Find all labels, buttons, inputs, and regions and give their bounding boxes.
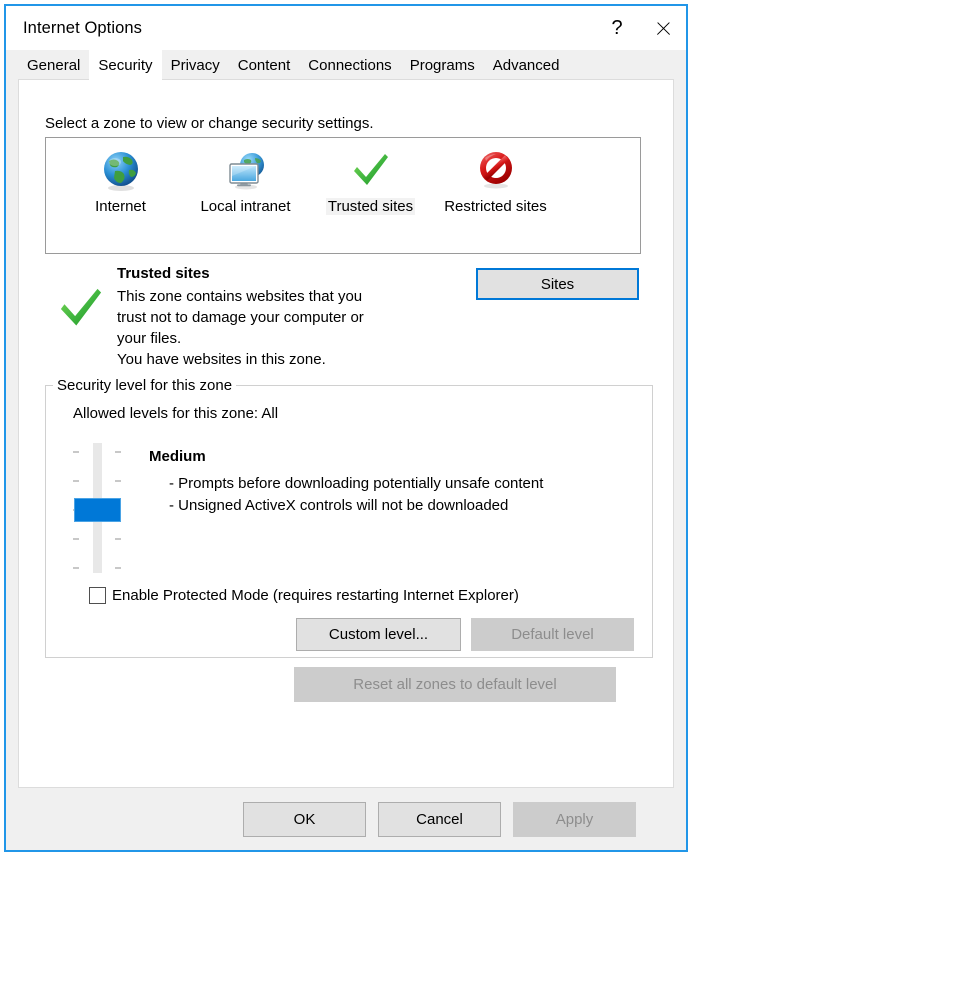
zone-description-line: trust not to damage your computer or (117, 309, 364, 326)
sites-button-wrap: Sites (476, 265, 641, 370)
close-button[interactable] (640, 6, 686, 50)
slider-tick (73, 451, 79, 453)
tab-general[interactable]: General (18, 52, 90, 79)
protected-mode-checkbox-row[interactable]: Enable Protected Mode (requires restarti… (89, 587, 519, 604)
tab-content[interactable]: Content (228, 52, 300, 79)
question-mark-icon: ? (611, 17, 623, 39)
dialog-footer: OK Cancel Apply (6, 788, 686, 850)
tab-label: General (27, 57, 81, 74)
sites-button-label: Sites (540, 275, 575, 293)
tab-security[interactable]: Security (89, 50, 162, 80)
zone-description-text: Trusted sites This zone contains website… (117, 265, 476, 370)
zone-items: Internet Local intranet Trusted sites Re… (46, 138, 640, 215)
zone-item-internet[interactable]: Internet (58, 147, 183, 215)
zone-item-trusted-sites[interactable]: Trusted sites (308, 147, 433, 215)
titlebar: Internet Options ? (6, 6, 686, 50)
zone-label: Local intranet (200, 198, 291, 215)
slider-tick (73, 480, 79, 482)
slider-thumb[interactable] (74, 498, 121, 522)
zone-intro-label: Select a zone to view or change security… (45, 115, 374, 132)
protected-mode-label: Enable Protected Mode (requires restarti… (112, 587, 519, 604)
zone-label: Restricted sites (444, 198, 547, 215)
zone-description: Trusted sites This zone contains website… (45, 265, 641, 370)
tab-label: Content (237, 57, 291, 74)
slider-tick (73, 567, 79, 569)
protected-mode-checkbox[interactable] (89, 587, 106, 604)
red-prohibition-icon (472, 147, 520, 195)
titlebar-buttons: ? (594, 6, 686, 50)
green-check-icon (60, 288, 102, 326)
apply-button-label: Apply (555, 810, 594, 828)
default-level-button: Default level (471, 618, 634, 651)
tab-label: Connections (308, 57, 392, 74)
reset-all-zones-button: Reset all zones to default level (294, 667, 616, 702)
security-level-groupbox: Security level for this zone Allowed lev… (45, 377, 653, 658)
security-level-bullet: - Unsigned ActiveX controls will not be … (169, 497, 509, 514)
sites-button[interactable]: Sites (476, 268, 639, 300)
zone-item-restricted-sites[interactable]: Restricted sites (433, 147, 558, 215)
globe-icon (97, 147, 145, 195)
tab-programs[interactable]: Programs (400, 52, 484, 79)
zone-description-icon-wrap (45, 265, 117, 370)
slider-tick (115, 567, 121, 569)
tab-label: Security (98, 56, 153, 74)
security-level-slider[interactable] (65, 443, 129, 573)
slider-tick (115, 451, 121, 453)
monitor-globe-icon (222, 147, 270, 195)
zone-description-line: You have websites in this zone. (117, 351, 326, 368)
help-button[interactable]: ? (594, 6, 640, 50)
zone-list[interactable]: Internet Local intranet Trusted sites Re… (45, 137, 641, 254)
tab-advanced[interactable]: Advanced (483, 52, 569, 79)
zone-description-title: Trusted sites (117, 265, 210, 282)
zone-label: Trusted sites (325, 198, 416, 215)
tab-strip: General Security Privacy Content Connect… (6, 50, 686, 80)
security-level-details: - Prompts before downloading potentially… (169, 473, 543, 517)
reset-all-zones-label: Reset all zones to default level (353, 676, 557, 693)
tab-connections[interactable]: Connections (299, 52, 401, 79)
tab-label: Advanced (492, 57, 560, 74)
allowed-levels-label: Allowed levels for this zone: All (73, 405, 279, 422)
custom-level-button[interactable]: Custom level... (296, 618, 461, 651)
default-level-label: Default level (511, 626, 594, 643)
security-level-name: Medium (149, 448, 206, 465)
window-title: Internet Options (23, 18, 143, 37)
tab-label: Privacy (170, 57, 220, 74)
slider-tick (73, 538, 79, 540)
close-icon (655, 20, 672, 37)
zone-label: Internet (95, 198, 146, 215)
tab-label: Programs (409, 57, 475, 74)
slider-tick (115, 480, 121, 482)
apply-button: Apply (513, 801, 636, 837)
custom-level-label: Custom level... (328, 626, 429, 643)
groupbox-body: Allowed levels for this zone: All Medium… (45, 385, 653, 658)
green-check-icon (347, 147, 395, 195)
security-tab-panel: Select a zone to view or change security… (18, 79, 674, 788)
cancel-button[interactable]: Cancel (378, 801, 501, 837)
cancel-button-label: Cancel (416, 810, 463, 828)
zone-description-line: This zone contains websites that you (117, 288, 363, 305)
zone-item-local-intranet[interactable]: Local intranet (183, 147, 308, 215)
ok-button-label: OK (293, 810, 316, 828)
security-level-bullet: - Prompts before downloading potentially… (169, 475, 544, 492)
internet-options-dialog: Internet Options ? General Security Priv… (4, 4, 688, 852)
ok-button[interactable]: OK (243, 801, 366, 837)
zone-description-line: your files. (117, 330, 182, 347)
tab-privacy[interactable]: Privacy (161, 52, 229, 79)
level-buttons: Custom level... Default level (296, 618, 634, 651)
slider-tick (115, 538, 121, 540)
